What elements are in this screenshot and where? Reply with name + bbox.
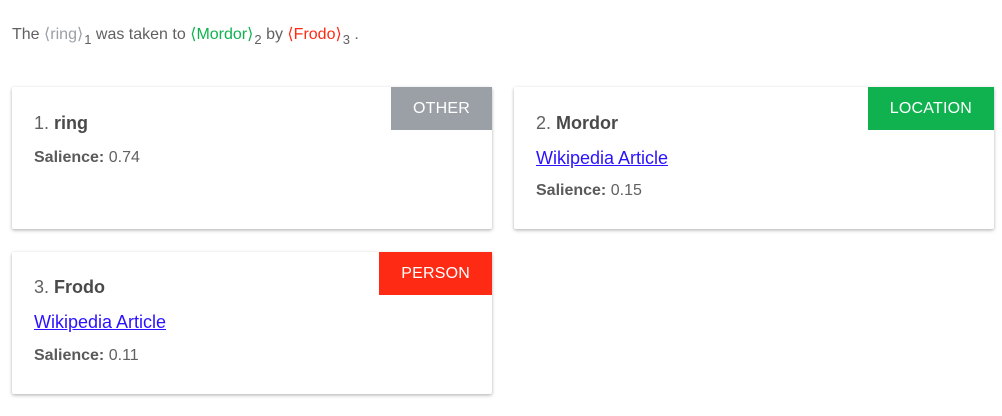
mention-text: Mordor (196, 26, 248, 43)
entity-name-text: ring (54, 113, 89, 133)
entity-number: 1. (34, 113, 50, 133)
wikipedia-article-link[interactable]: Wikipedia Article (34, 312, 166, 333)
entity-card-ring: OTHER 1. ring Salience: 0.74 (12, 87, 492, 229)
entity-type-badge: PERSON (379, 252, 492, 295)
sentence-text: . (354, 26, 359, 43)
wikipedia-article-link[interactable]: Wikipedia Article (536, 148, 668, 169)
close-bracket: ⟩ (76, 26, 84, 43)
entity-name: 3. Frodo (34, 277, 105, 298)
entity-type-badge: OTHER (391, 87, 492, 130)
mention-index: 1 (84, 32, 92, 47)
mention-index: 3 (342, 32, 350, 47)
annotated-sentence: The ⟨ring⟩1 was taken to ⟨Mordor⟩2 by ⟨F… (12, 24, 359, 47)
salience-value: 0.11 (108, 347, 139, 364)
entity-salience: Salience: 0.11 (34, 347, 139, 365)
entity-name: 2. Mordor (536, 113, 618, 134)
mention-ring: ⟨ring⟩ (44, 26, 83, 43)
salience-label: Salience: (34, 149, 105, 166)
sentence-text: was taken to (95, 26, 186, 43)
salience-label: Salience: (536, 182, 607, 199)
sentence-text: by (266, 26, 283, 43)
entity-name: 1. ring (34, 113, 88, 134)
entity-name-text: Mordor (556, 113, 619, 133)
entity-card-frodo: PERSON 3. Frodo Wikipedia Article Salien… (12, 252, 492, 394)
sentence-text: The (12, 26, 40, 43)
entity-salience: Salience: 0.74 (34, 149, 140, 167)
entity-salience: Salience: 0.15 (536, 182, 642, 200)
mention-index: 2 (254, 32, 262, 47)
entity-type-badge: LOCATION (867, 87, 994, 130)
entity-name-text: Frodo (54, 277, 106, 297)
close-bracket: ⟩ (335, 26, 342, 43)
mention-text: ring (50, 26, 77, 43)
mention-text: Frodo (293, 26, 336, 43)
mention-frodo: ⟨Frodo⟩ (287, 26, 341, 43)
close-bracket: ⟩ (247, 26, 254, 43)
salience-label: Salience: (34, 347, 105, 364)
entity-card-mordor: LOCATION 2. Mordor Wikipedia Article Sal… (514, 87, 994, 229)
entity-number: 3. (34, 277, 50, 297)
mention-mordor: ⟨Mordor⟩ (190, 26, 253, 43)
entity-number: 2. (536, 113, 552, 133)
salience-value: 0.15 (610, 182, 642, 199)
salience-value: 0.74 (108, 149, 140, 166)
